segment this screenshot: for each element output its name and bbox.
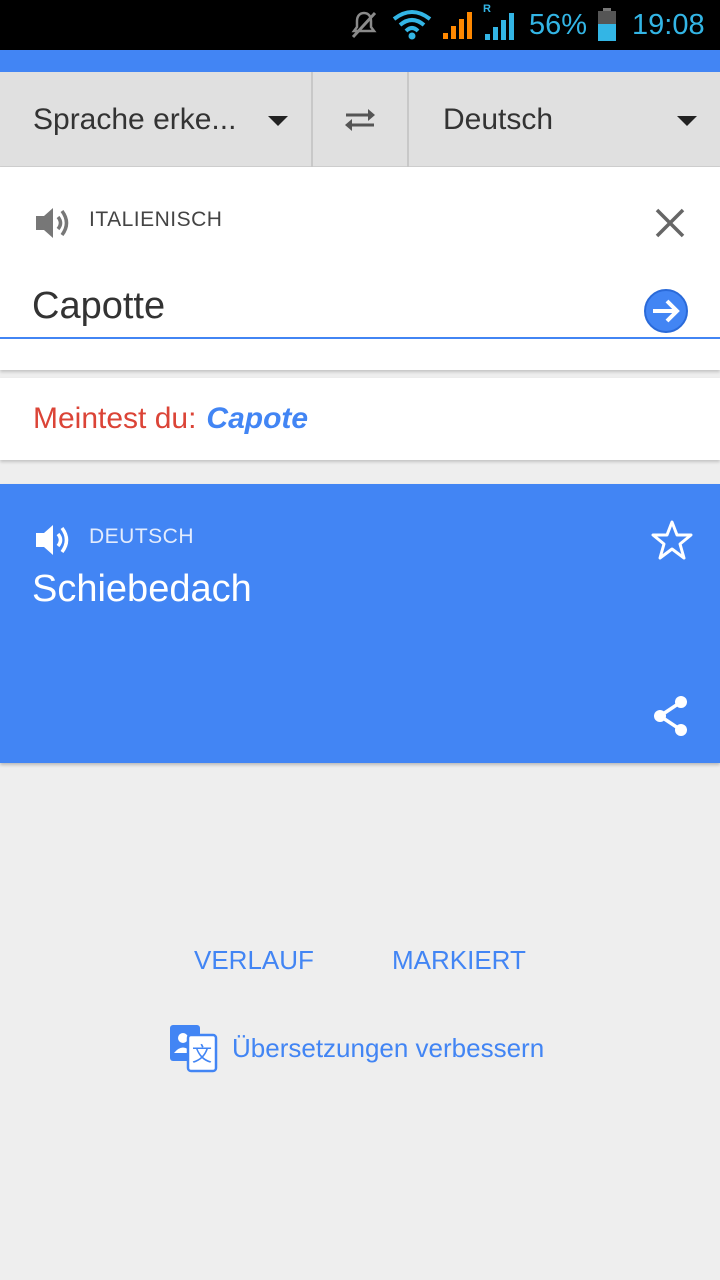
language-bar: Sprache erke... Deutsch [0,72,720,167]
input-underline [0,337,720,339]
source-language-selector[interactable]: Sprache erke... [0,72,311,167]
improve-translations-link[interactable]: 文 Übersetzungen verbessern [168,1022,544,1074]
history-link[interactable]: VERLAUF [194,945,314,976]
footer-links: VERLAUF MARKIERT [0,945,720,989]
signal-roaming-icon: R [481,0,519,50]
swap-arrows-icon [345,108,375,131]
starred-link[interactable]: MARKIERT [392,945,526,976]
battery-percent: 56% [529,8,588,41]
wifi-icon [392,0,434,50]
translation-text: Schiebedach [32,568,252,610]
target-language-tag: DEUTSCH [89,525,195,548]
speaker-icon[interactable] [33,520,75,560]
svg-text:文: 文 [192,1042,212,1066]
improve-translations-label: Übersetzungen verbessern [232,1032,545,1063]
speaker-icon[interactable] [33,203,75,243]
clock: 19:08 [632,8,705,41]
signal-icon [441,0,477,50]
mute-icon [350,0,380,50]
roaming-indicator: R [483,3,491,15]
swap-languages-button[interactable] [311,72,409,167]
share-icon[interactable] [650,694,692,738]
did-you-mean-card[interactable]: Meintest du: Capote [0,378,720,460]
input-card: ITALIENISCH Capotte [0,167,720,370]
translate-community-icon: 文 [170,1025,218,1073]
source-text-input[interactable]: Capotte [32,285,165,328]
target-language-label: Deutsch [443,102,554,136]
battery-icon [597,0,619,50]
chevron-down-icon [268,116,288,126]
star-icon[interactable] [650,518,694,562]
chevron-down-icon [677,116,697,126]
close-icon[interactable] [652,205,688,241]
status-bar: R 56% 19:08 [0,0,720,50]
suggested-word-link[interactable]: Capote [206,402,308,436]
translate-button[interactable] [642,287,690,335]
source-language-label: Sprache erke... [33,102,237,136]
translation-result-card[interactable]: DEUTSCH Schiebedach [0,484,720,763]
app-bar [0,50,720,72]
detected-language-label: ITALIENISCH [89,208,223,231]
target-language-selector[interactable]: Deutsch [409,72,720,167]
did-you-mean-label: Meintest du: [33,402,197,435]
arrow-right-circle-icon [644,289,688,333]
